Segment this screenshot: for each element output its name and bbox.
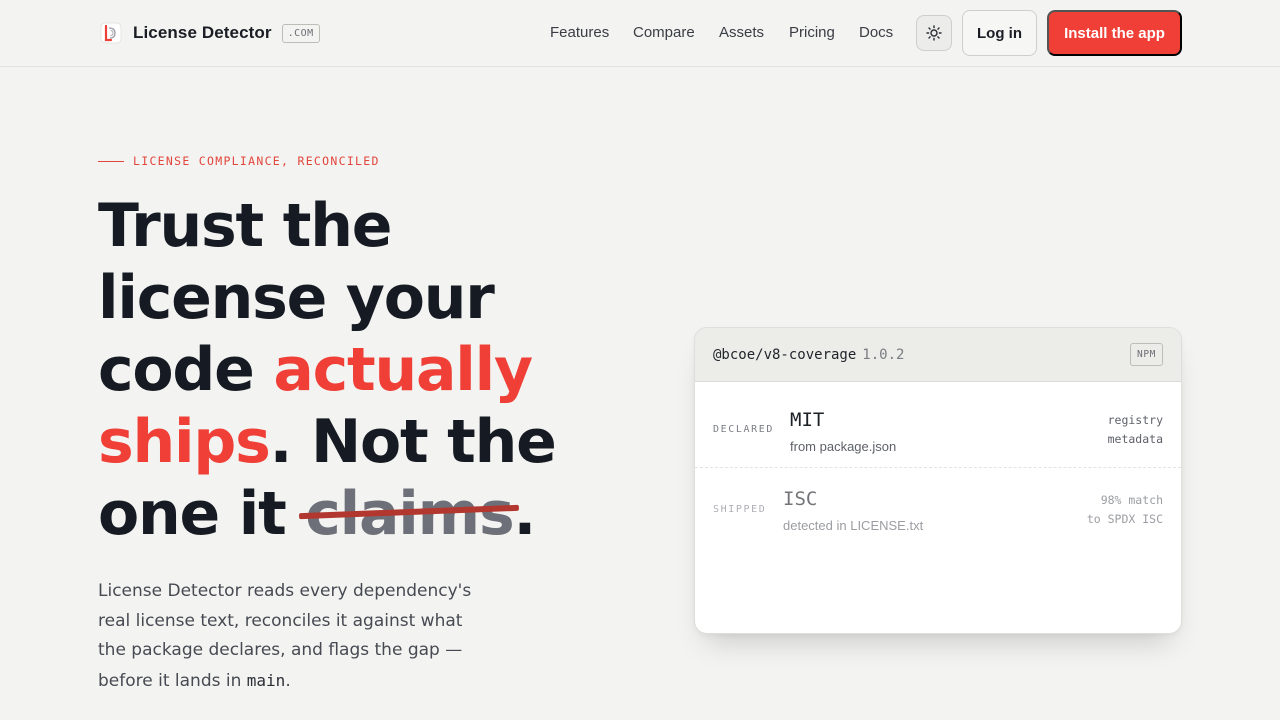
eyebrow: LICENSE COMPLIANCE, RECONCILED — [98, 154, 380, 168]
lede-code-main: main — [246, 670, 286, 690]
nav-link-compare[interactable]: Compare — [633, 24, 695, 41]
eyebrow-rule — [98, 160, 124, 162]
declared-meta: registry metadata — [1108, 411, 1163, 449]
headline-period: . — [513, 479, 537, 549]
hero-lede: License Detector reads every dependency'… — [98, 577, 478, 696]
shipped-row: SHIPPED ISC detected in LICENSE.txt 98% … — [695, 467, 1181, 552]
headline-line-5a: one it — [98, 479, 306, 549]
headline-line-2: license your — [98, 263, 495, 333]
top-nav: License Detector .COM Features Compare A… — [0, 0, 1280, 67]
headline-line-3a: code — [98, 335, 274, 405]
hero-headline: Trust the license your code actually shi… — [98, 190, 578, 550]
registry-badge: NPM — [1130, 343, 1163, 366]
headline-strikethrough-claims: claims — [305, 479, 514, 549]
shipped-meta-line-2: to SPDX ISC — [1086, 512, 1163, 526]
lede-end: . — [285, 670, 291, 691]
headline-line-1: Trust the — [98, 191, 392, 261]
declared-meta-line-2: metadata — [1107, 432, 1163, 446]
install-app-button[interactable]: Install the app — [1047, 10, 1182, 56]
package-id: @bcoe/v8-coverage — [713, 347, 857, 363]
headline-accent-ships: ships — [98, 407, 271, 477]
declared-license: MIT — [790, 409, 825, 431]
package-version: 1.0.2 — [862, 347, 905, 363]
shipped-meta-line-1: 98% match — [1100, 493, 1163, 507]
nav-link-features[interactable]: Features — [550, 24, 609, 41]
brand-name: License Detector — [133, 23, 272, 42]
eyebrow-text: LICENSE COMPLIANCE, RECONCILED — [133, 154, 380, 168]
nav-link-docs[interactable]: Docs — [859, 24, 893, 41]
row-label-declared: DECLARED — [713, 424, 774, 435]
license-comparison-card: @bcoe/v8-coverage 1.0.2 NPM DECLARED MIT … — [694, 327, 1182, 634]
login-button[interactable]: Log in — [962, 10, 1037, 56]
package-name: @bcoe/v8-coverage 1.0.2 — [713, 347, 904, 363]
brand[interactable]: License Detector .COM — [98, 19, 320, 47]
declared-row: DECLARED MIT from package.json registry … — [695, 382, 1181, 467]
row-label-shipped: SHIPPED — [713, 504, 767, 515]
headline-line-4b: . Not the — [269, 407, 557, 477]
headline-accent-actually: actually — [273, 335, 533, 405]
theme-toggle-button[interactable] — [916, 15, 952, 51]
declared-source: from package.json — [790, 439, 897, 454]
shipped-meta: 98% match to SPDX ISC — [1087, 491, 1163, 529]
shipped-license: ISC — [783, 488, 818, 510]
fingerprint-logo-icon — [98, 20, 124, 46]
sun-icon — [926, 25, 942, 41]
nav-link-pricing[interactable]: Pricing — [789, 24, 835, 41]
card-header: @bcoe/v8-coverage 1.0.2 NPM — [695, 328, 1181, 382]
shipped-source: detected in LICENSE.txt — [783, 518, 924, 533]
brand-tld-badge: .COM — [281, 23, 320, 43]
declared-meta-line-1: registry — [1107, 413, 1163, 427]
nav-link-assets[interactable]: Assets — [719, 24, 764, 41]
